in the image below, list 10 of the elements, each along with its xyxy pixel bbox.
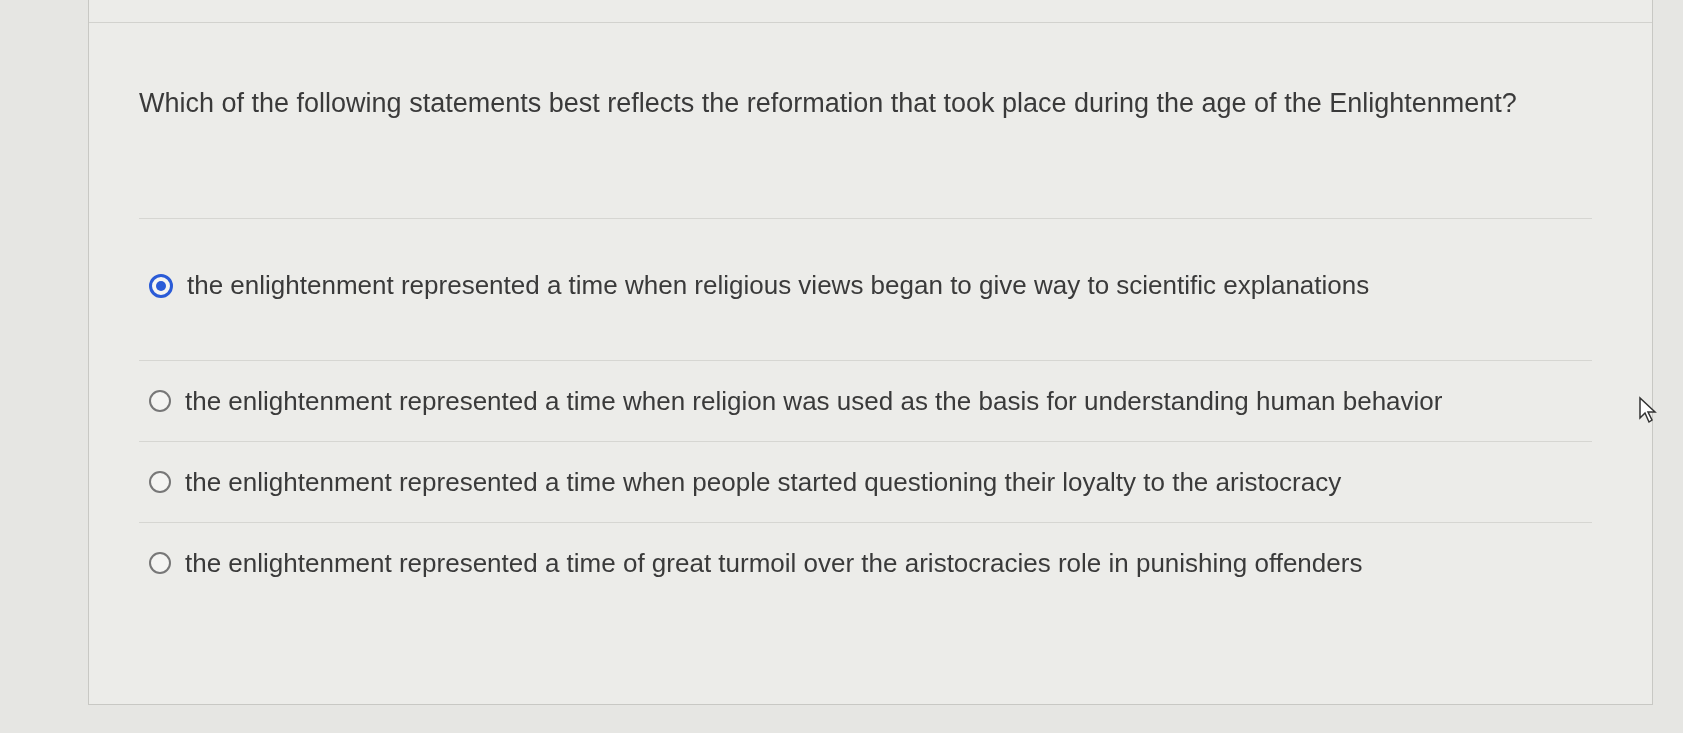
question-text: Which of the following statements best reflects the reformation that took place during the age of the Enlightenment?	[139, 87, 1518, 120]
answer-option[interactable]: the enlightenment represented a time when people started questioning their loyalty to the aristocracy	[139, 441, 1592, 523]
radio-button[interactable]	[149, 471, 171, 494]
answer-option[interactable]: the enlightenment represented a time when religious views began to give way to scientific explanations	[139, 218, 1592, 361]
answer-option[interactable]: the enlightenment represented a time when religion was used as the basis for understanding human behavior	[139, 360, 1592, 442]
radio-button[interactable]	[149, 552, 171, 575]
answer-option[interactable]: the enlightenment represented a time of great turmoil over the aristocracies role in punishing offenders	[139, 522, 1592, 604]
mouse-pointer-icon	[1638, 396, 1658, 424]
radio-button[interactable]	[149, 390, 171, 413]
radio-button[interactable]	[149, 273, 173, 298]
